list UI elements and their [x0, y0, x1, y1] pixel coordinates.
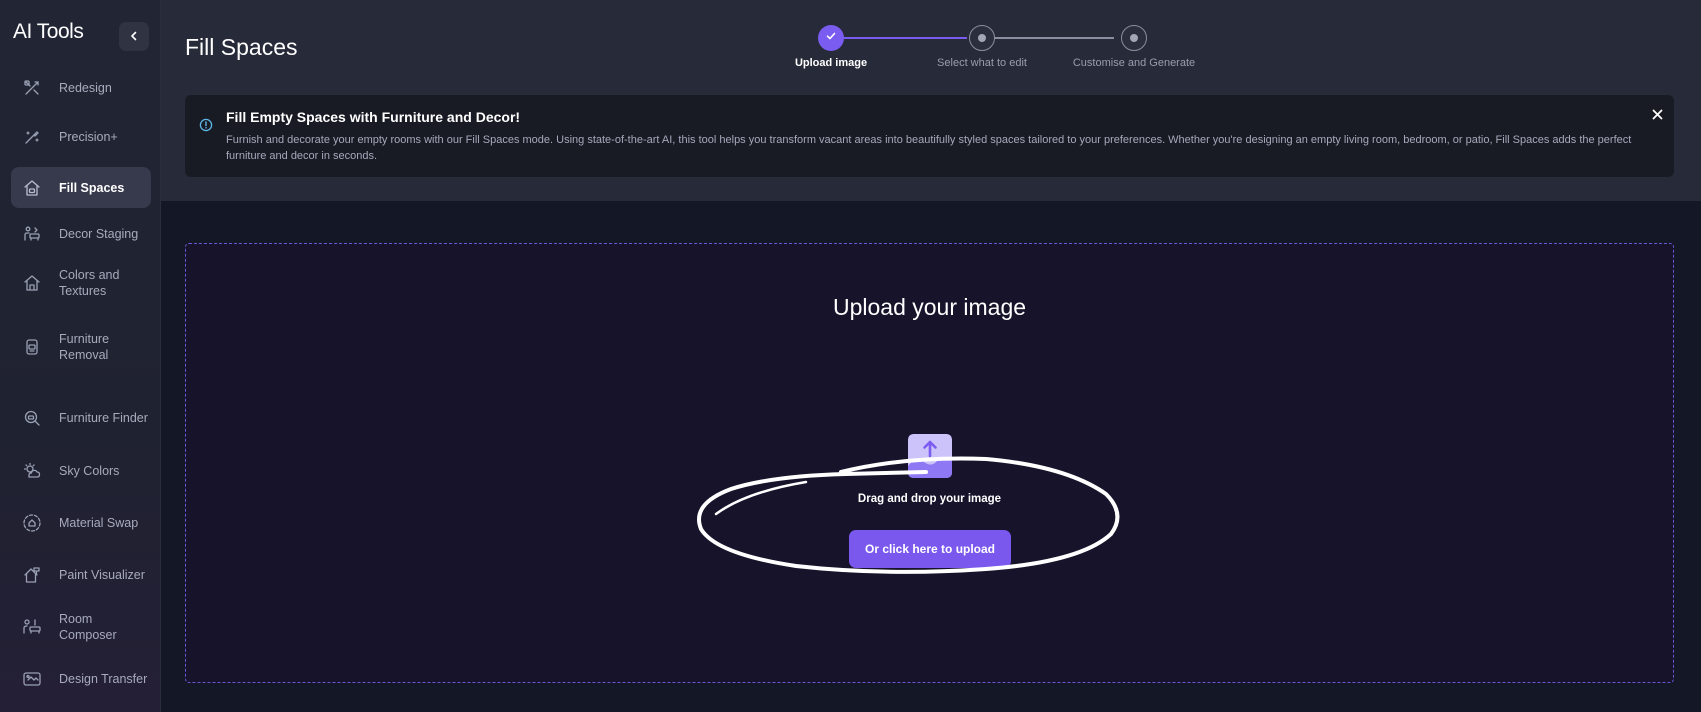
- redesign-icon: [22, 78, 42, 98]
- chevron-left-icon: [129, 28, 139, 46]
- sidebar-item-label: Sky Colors: [59, 464, 120, 478]
- header: Fill Spaces Upload image Select what to …: [161, 0, 1701, 201]
- sidebar-item-label: Material Swap: [59, 516, 139, 530]
- sidebar-item-label: Precision+: [59, 130, 118, 144]
- image-upload-icon: [908, 434, 952, 478]
- sidebar-item-furniture-finder[interactable]: Furniture Finder: [11, 402, 151, 434]
- sidebar-item-material-swap[interactable]: Material Swap: [11, 507, 151, 539]
- sidebar-item-decor-staging[interactable]: Decor Staging: [11, 218, 151, 250]
- design-transfer-icon: [22, 669, 42, 689]
- sidebar-item-paint-visualizer[interactable]: Paint Visualizer: [11, 559, 151, 591]
- step-connector-done: [831, 37, 967, 39]
- step-3-label: Customise and Generate: [1072, 57, 1196, 69]
- sidebar-item-fill-spaces[interactable]: Fill Spaces: [11, 167, 151, 208]
- step-3-dot: [1121, 25, 1147, 51]
- sidebar-item-redesign[interactable]: Redesign: [11, 72, 151, 104]
- sidebar-item-label: Paint Visualizer: [59, 568, 145, 582]
- sidebar: AI Tools Redesign Precision+ Fill Spaces: [0, 0, 161, 712]
- sidebar-item-label: Furniture Finder: [59, 411, 148, 425]
- furniture-finder-icon: [22, 408, 42, 428]
- precision-icon: [22, 127, 42, 147]
- step-2-label: Select what to edit: [937, 57, 1027, 69]
- upload-dropzone[interactable]: Upload your image Drag and drop your ima…: [185, 243, 1674, 683]
- sidebar-item-label: Furniture Removal: [59, 332, 110, 362]
- banner-close-button[interactable]: [1648, 107, 1666, 125]
- checkmark-icon: [825, 29, 837, 47]
- drag-drop-hint: Drag and drop your image: [857, 493, 1002, 505]
- sidebar-item-furniture-removal[interactable]: Furniture Removal: [11, 330, 151, 364]
- step-connector-todo: [984, 37, 1114, 39]
- close-icon: [1652, 107, 1663, 125]
- app-title: AI Tools: [13, 20, 84, 43]
- sidebar-item-design-transfer[interactable]: Design Transfer: [11, 663, 151, 695]
- info-banner: Fill Empty Spaces with Furniture and Dec…: [185, 95, 1674, 177]
- sidebar-item-sky-colors[interactable]: Sky Colors: [11, 455, 151, 487]
- sidebar-item-label: Design Transfer: [59, 672, 148, 686]
- decor-staging-icon: [22, 224, 42, 244]
- step-1-label: Upload image: [794, 57, 868, 69]
- fill-spaces-icon: [22, 178, 42, 198]
- info-icon: [199, 118, 213, 137]
- paint-visualizer-icon: [22, 565, 42, 585]
- step-2-dot: [969, 25, 995, 51]
- sidebar-item-room-composer[interactable]: Room Composer: [11, 611, 151, 643]
- upload-button[interactable]: Or click here to upload: [849, 530, 1011, 568]
- colors-textures-icon: [22, 273, 42, 293]
- sidebar-item-label: Colors and Textures: [59, 268, 120, 298]
- step-1-dot: [818, 25, 844, 51]
- upload-title: Upload your image: [832, 294, 1027, 320]
- sidebar-item-label: Redesign: [59, 81, 112, 95]
- sidebar-item-colors-and-textures[interactable]: Colors and Textures: [11, 266, 151, 300]
- room-composer-icon: [22, 617, 42, 637]
- sidebar-item-precision[interactable]: Precision+: [11, 121, 151, 153]
- sidebar-item-label: Room Composer: [59, 612, 117, 642]
- progress-stepper: Upload image Select what to edit Customi…: [161, 0, 1701, 80]
- sky-colors-icon: [22, 461, 42, 481]
- banner-description: Furnish and decorate your empty rooms wi…: [226, 134, 1632, 162]
- furniture-removal-icon: [22, 337, 42, 357]
- sidebar-item-label: Fill Spaces: [59, 180, 125, 195]
- material-swap-icon: [22, 513, 42, 533]
- sidebar-item-label: Decor Staging: [59, 227, 139, 241]
- banner-title: Fill Empty Spaces with Furniture and Dec…: [226, 109, 521, 125]
- collapse-sidebar-button[interactable]: [119, 22, 149, 51]
